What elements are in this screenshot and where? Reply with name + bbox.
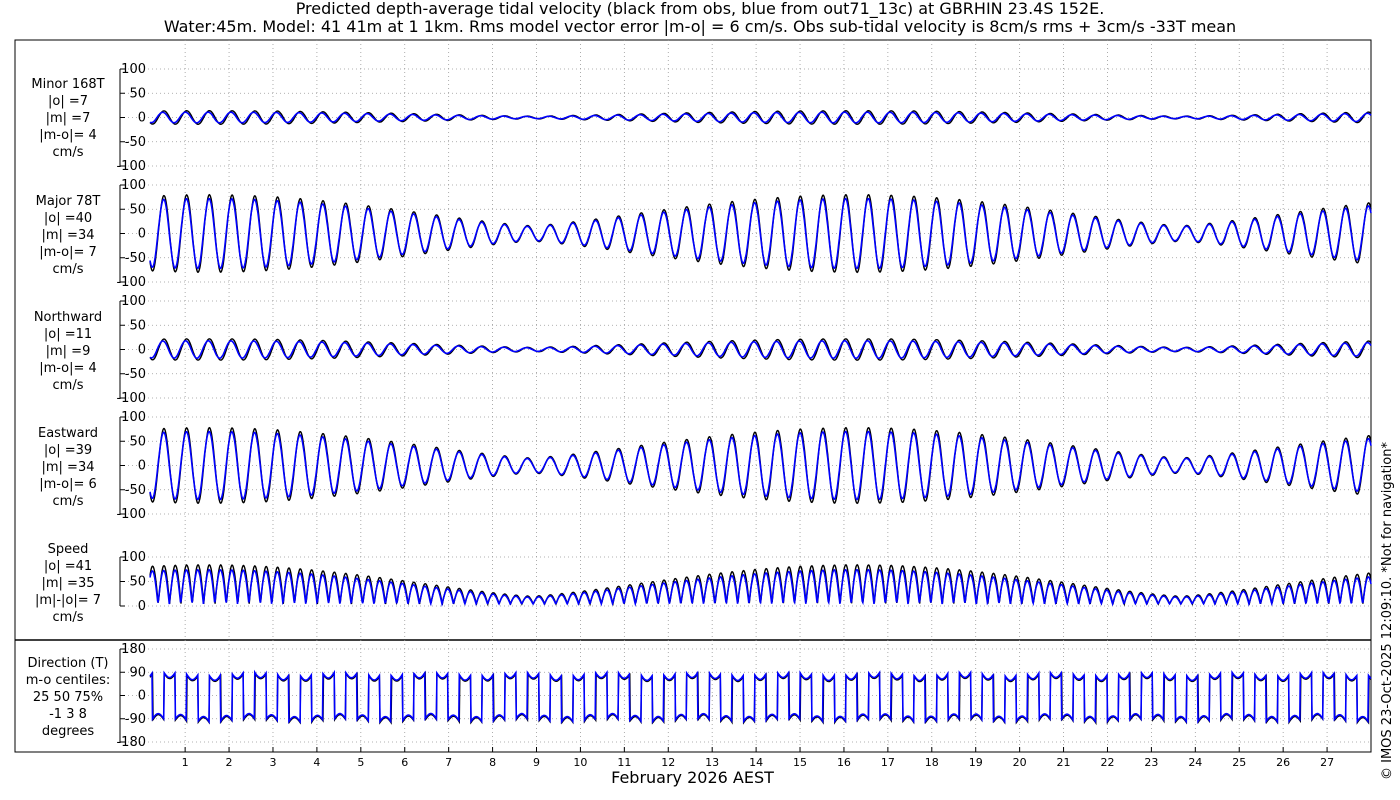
panel-label-line: cm/s [53,494,84,509]
panel-label-line: |m-o|= 7 [39,245,97,260]
panel-label-line: degrees [42,724,95,739]
panel-direction: 180 90 0 -90 -180 Direction (T) m-o centiles: 2… [26,642,1372,750]
panel-label-line: |m| =9 [46,344,91,359]
panel-east: 100 50 0 -50 -100 Eastward |o| =39 |m| =34 |m-o|… [38,410,1372,522]
y-tick-label: 0 [138,599,146,614]
panel-minor: 100 50 0 -50 -100 Minor 168T |o| =7 |m| =7 |m-o|… [31,62,1372,174]
y-tick-label: 50 [129,434,146,449]
y-tick-label: 0 [138,111,146,126]
series-line-model [149,669,1372,725]
x-axis-label: February 2026 AEST [611,768,774,787]
copyright-note: © IMOS 23-Oct-2025 12:09:10. *Not for na… [1380,442,1395,780]
y-tick-label: 50 [129,575,146,590]
panel-label-line: 25 50 75% [33,690,103,705]
panel-label-line: |m| =34 [42,228,95,243]
panel-label-line: |m|-|o|= 7 [35,593,101,608]
panel-label-line: m-o centiles: [26,673,111,688]
y-tick-label: 90 [129,665,146,680]
panel-label-line: |o| =7 [48,94,88,109]
panel-label-line: cm/s [53,145,84,160]
panel-label-line: |m-o|= 4 [39,128,97,143]
y-tick-label: 0 [138,459,146,474]
y-tick-label: -50 [125,367,146,382]
y-tick-label: -90 [125,712,146,727]
panel-label-line: -1 3 8 [49,707,87,722]
panel-label-line: Speed [48,542,89,557]
series-line-model [149,430,1372,501]
y-tick-label: 50 [129,318,146,333]
panel-major: 100 50 0 -50 -100 Major 78T |o| =40 |m| =34 |m-o… [36,178,1372,290]
y-tick-label: 0 [138,689,146,704]
y-tick-label: -100 [116,391,146,406]
panel-label-line: |m| =7 [46,111,91,126]
y-tick-label: 100 [121,62,146,77]
panel-north: 100 50 0 -50 -100 Northward |o| =11 |m| =9 |m-o|… [34,294,1372,406]
panel-label-line: cm/s [53,262,84,277]
y-tick-label: -50 [125,135,146,150]
y-tick-label: 100 [121,550,146,565]
panel-label-line: Major 78T [36,194,101,209]
panel-label-line: |o| =40 [44,211,92,226]
panel-label-line: cm/s [53,378,84,393]
panel-label-line: |o| =11 [44,327,92,342]
panel-label-line: |m| =35 [42,576,95,591]
panel-speed: 100 50 0 Speed |o| =41 |m| =35 |m|-|o|= 7 cm/s [35,542,1372,625]
panel-label-line: cm/s [53,610,84,625]
y-tick-label: 50 [129,86,146,101]
y-tick-label: -100 [116,507,146,522]
panel-label-line: |o| =41 [44,559,92,574]
y-tick-label: 100 [121,178,146,193]
panel-label-line: |o| =39 [44,443,92,458]
y-tick-label: -50 [125,483,146,498]
y-tick-label: 100 [121,294,146,309]
y-tick-label: 50 [129,202,146,217]
panel-label-line: Northward [34,310,102,325]
y-tick-label: 0 [138,227,146,242]
y-tick-label: 100 [121,410,146,425]
y-tick-label: -180 [116,735,146,750]
panel-label-line: Eastward [38,426,98,441]
panel-label-line: Minor 168T [31,77,104,92]
figure-frame [14,39,1372,753]
series-line-obs [149,671,1372,726]
panel-label-line: Direction (T) [28,656,109,671]
panel-label-line: |m-o|= 6 [39,477,97,492]
y-tick-label: -100 [116,275,146,290]
panel-label-line: |m-o|= 4 [39,361,97,376]
tidal-velocity-chart: 1 2 3 4 5 6 7 8 9 10 11 12 13 14 15 16 17 18 19 20 21 22 23 24 2… [14,39,1372,769]
y-tick-label: 180 [121,642,146,657]
y-tick-label: -100 [116,159,146,174]
y-tick-label: 0 [138,343,146,358]
panel-label-line: |m| =34 [42,460,95,475]
y-tick-label: -50 [125,251,146,266]
